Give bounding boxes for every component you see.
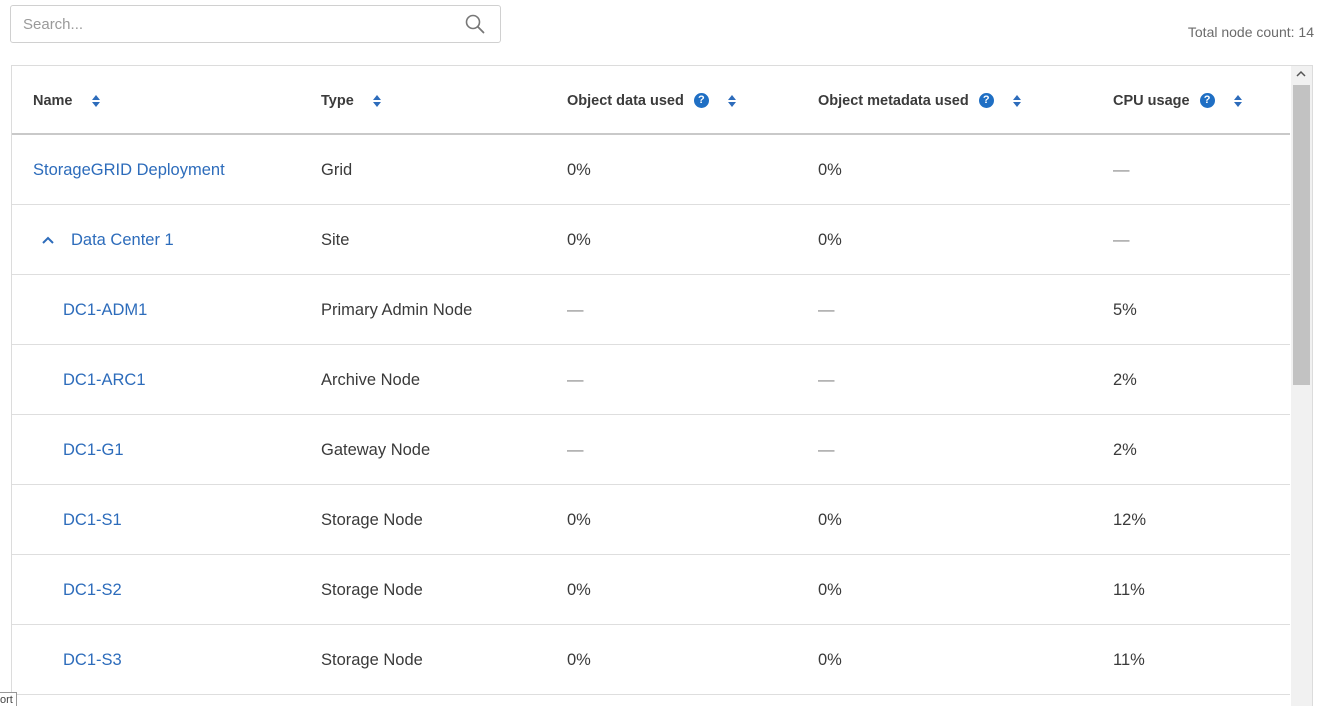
column-header-cpu-usage[interactable]: CPU usage ? xyxy=(1113,66,1243,135)
object-metadata-used: — xyxy=(818,440,835,459)
node-name-link[interactable]: DC1-S1 xyxy=(63,485,122,555)
nodes-page: Total node count: 14 Name Type xyxy=(0,0,1328,706)
scroll-up-arrow-icon[interactable] xyxy=(1295,69,1307,79)
cpu-usage: 11% xyxy=(1113,580,1145,599)
cpu-usage: 2% xyxy=(1113,440,1137,459)
column-header-label: Object data used xyxy=(567,92,684,109)
object-metadata-used: 0% xyxy=(818,650,842,669)
cpu-usage: — xyxy=(1113,160,1130,179)
table-header-row: Name Type Object data used ? Object meta… xyxy=(12,66,1290,135)
chevron-up-icon[interactable] xyxy=(41,235,55,245)
object-metadata-used: — xyxy=(818,370,835,389)
column-header-object-metadata-used[interactable]: Object metadata used ? xyxy=(818,66,1022,135)
object-metadata-used: 0% xyxy=(818,510,842,529)
node-name-link[interactable]: DC1-ADM1 xyxy=(63,275,147,345)
cpu-usage: — xyxy=(1113,230,1130,249)
cpu-usage: 12% xyxy=(1113,510,1147,529)
search-box[interactable] xyxy=(10,5,501,43)
node-name-link[interactable]: StorageGRID Deployment xyxy=(33,135,225,205)
column-header-label: CPU usage xyxy=(1113,92,1190,109)
table-row: StorageGRID Deployment Grid 0% 0% — xyxy=(12,135,1290,205)
node-type: Site xyxy=(321,230,350,249)
object-data-used: 0% xyxy=(567,160,591,179)
column-header-label: Type xyxy=(321,92,354,109)
node-name-link[interactable]: Data Center 1 xyxy=(71,231,174,250)
tooltip-fragment: ort xyxy=(0,692,17,706)
column-header-object-data-used[interactable]: Object data used ? xyxy=(567,66,737,135)
sort-icon[interactable] xyxy=(1012,94,1022,108)
column-header-type[interactable]: Type xyxy=(321,66,382,135)
object-data-used: 0% xyxy=(567,230,591,249)
table-row: DC1-S2 Storage Node 0% 0% 11% xyxy=(12,555,1290,625)
table-row: DC1-G1 Gateway Node — — 2% xyxy=(12,415,1290,485)
node-type: Storage Node xyxy=(321,580,423,599)
object-data-used: 0% xyxy=(567,580,591,599)
vertical-scrollbar[interactable] xyxy=(1291,66,1312,706)
help-icon[interactable]: ? xyxy=(693,93,709,108)
node-type: Grid xyxy=(321,160,353,179)
object-metadata-used: 0% xyxy=(818,160,842,179)
object-data-used: — xyxy=(567,300,584,319)
object-metadata-used: 0% xyxy=(818,580,842,599)
scrollbar-thumb[interactable] xyxy=(1293,85,1310,385)
help-icon[interactable]: ? xyxy=(978,93,994,108)
node-type: Archive Node xyxy=(321,370,421,389)
object-data-used: 0% xyxy=(567,650,591,669)
table-row: Data Center 1 Site 0% 0% — xyxy=(12,205,1290,275)
column-header-label: Name xyxy=(33,92,73,109)
nodes-table: Name Type Object data used ? Object meta… xyxy=(11,65,1313,706)
search-input[interactable] xyxy=(11,6,463,42)
node-name-link[interactable]: DC1-ARC1 xyxy=(63,345,146,415)
node-name-link[interactable]: DC1-G1 xyxy=(63,415,124,485)
object-data-used: 0% xyxy=(567,510,591,529)
search-icon[interactable] xyxy=(464,13,486,35)
node-type: Storage Node xyxy=(321,510,423,529)
object-metadata-used: — xyxy=(818,300,835,319)
node-type: Gateway Node xyxy=(321,440,431,459)
node-type: Storage Node xyxy=(321,650,423,669)
table-row: DC1-S3 Storage Node 0% 0% 11% xyxy=(12,625,1290,695)
help-icon[interactable]: ? xyxy=(1199,93,1215,108)
column-header-name[interactable]: Name xyxy=(33,66,101,135)
object-data-used: — xyxy=(567,440,584,459)
site-name: Data Center 1 xyxy=(41,205,174,275)
object-metadata-used: 0% xyxy=(818,230,842,249)
sort-icon[interactable] xyxy=(372,94,382,108)
total-node-count: Total node count: 14 xyxy=(1187,24,1314,40)
table-body-area: Name Type Object data used ? Object meta… xyxy=(12,66,1290,706)
sort-icon[interactable] xyxy=(727,94,737,108)
table-row: DC1-ADM1 Primary Admin Node — — 5% xyxy=(12,275,1290,345)
sort-icon[interactable] xyxy=(1233,94,1243,108)
sort-icon[interactable] xyxy=(91,94,101,108)
object-data-used: — xyxy=(567,370,584,389)
table-row: DC1-ARC1 Archive Node — — 2% xyxy=(12,345,1290,415)
node-type: Primary Admin Node xyxy=(321,300,473,319)
node-name-link[interactable]: DC1-S2 xyxy=(63,555,122,625)
cpu-usage: 2% xyxy=(1113,370,1137,389)
cpu-usage: 5% xyxy=(1113,300,1137,319)
node-name-link[interactable]: DC1-S3 xyxy=(63,625,122,695)
cpu-usage: 11% xyxy=(1113,650,1145,669)
table-row: DC1-S1 Storage Node 0% 0% 12% xyxy=(12,485,1290,555)
column-header-label: Object metadata used xyxy=(818,92,969,109)
